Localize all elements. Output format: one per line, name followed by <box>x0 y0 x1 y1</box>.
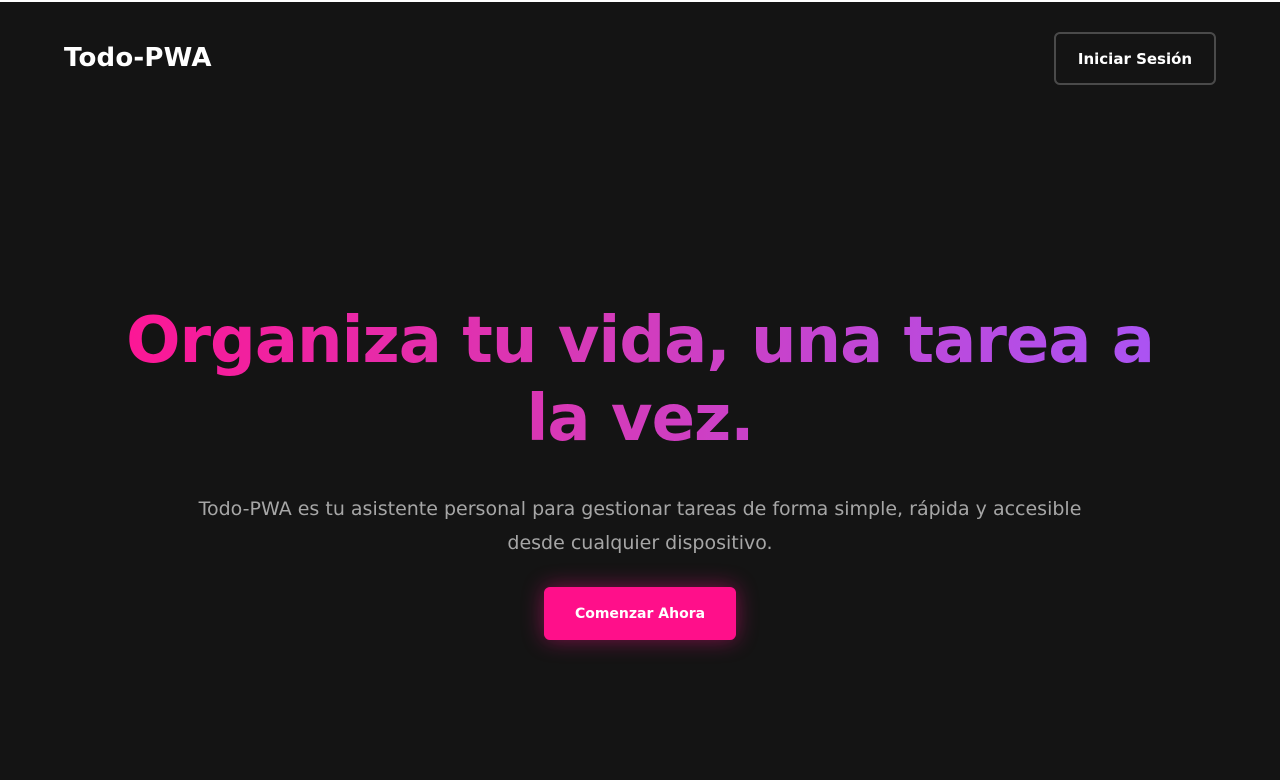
get-started-button[interactable]: Comenzar Ahora <box>544 587 736 640</box>
hero-title: Organiza tu vida, una tarea a la vez. <box>90 302 1190 458</box>
hero-section: Organiza tu vida, una tarea a la vez. To… <box>0 302 1280 560</box>
brand-logo[interactable]: Todo-PWA <box>64 40 212 76</box>
landing-page: Todo-PWA Iniciar Sesión Organiza tu vida… <box>0 2 1280 780</box>
hero-subtitle: Todo-PWA es tu asistente personal para g… <box>198 498 1082 554</box>
navbar: Todo-PWA Iniciar Sesión <box>0 2 1280 118</box>
login-button[interactable]: Iniciar Sesión <box>1054 32 1216 85</box>
